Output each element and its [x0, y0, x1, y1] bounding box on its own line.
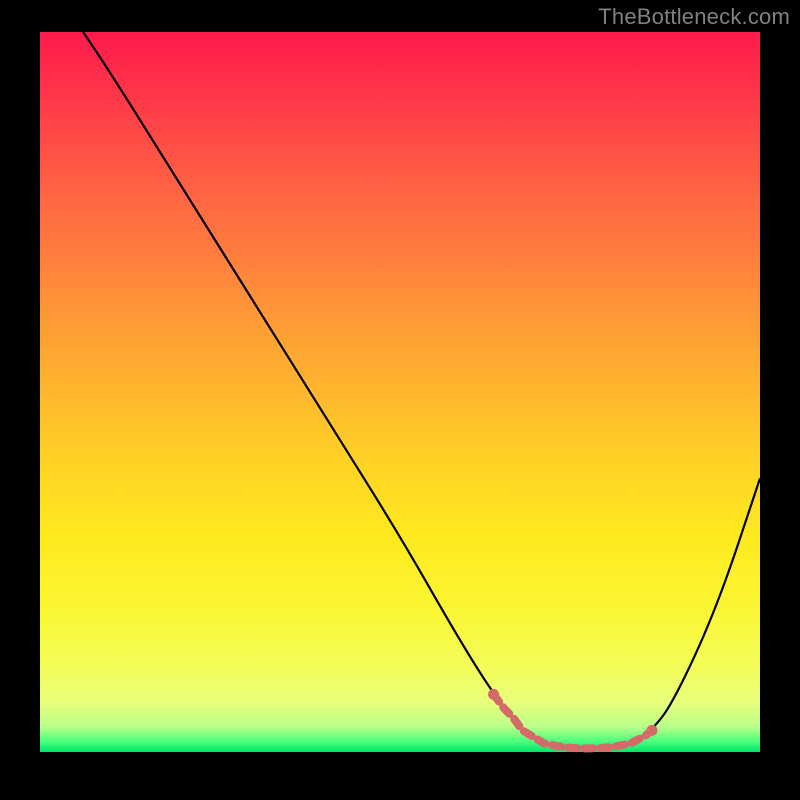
valley-highlight-path: [494, 694, 652, 748]
valley-endpoint-dot: [647, 725, 658, 736]
valley-endpoint-dot: [488, 689, 499, 700]
plot-wrap: [40, 32, 760, 760]
watermark-text: TheBottleneck.com: [598, 4, 790, 30]
curve-layer: [40, 32, 760, 752]
valley-highlight-dots: [488, 689, 657, 749]
chart-stage: TheBottleneck.com: [0, 0, 800, 800]
bottleneck-curve: [83, 32, 760, 748]
